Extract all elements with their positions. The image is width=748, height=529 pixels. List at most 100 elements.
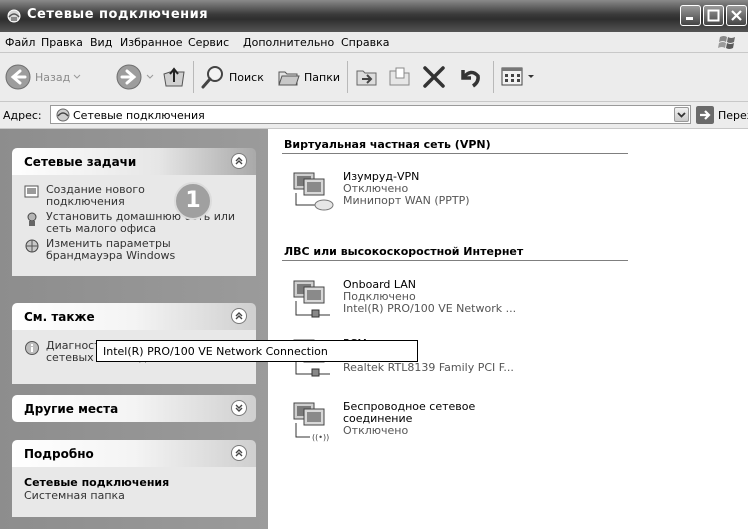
folders-icon (278, 71, 300, 86)
go-arrow-icon[interactable] (696, 106, 714, 124)
undo-button[interactable] (457, 61, 483, 93)
title-bar[interactable]: Сетевые подключения (0, 0, 748, 32)
connection-device: Минипорт WAN (PPTP) (343, 194, 470, 207)
double-chevron-down-icon (235, 404, 243, 412)
firewall-icon (25, 239, 39, 253)
wireless-connection-icon: ((•)) (293, 402, 329, 442)
menu-favorites[interactable]: Избранное (120, 36, 182, 49)
back-button[interactable]: Назад (4, 61, 84, 93)
connection-status: Отключено (343, 424, 409, 437)
views-button[interactable] (500, 61, 536, 93)
double-chevron-up-icon (235, 449, 243, 457)
address-bar: Адрес: Сетевые подключения Переход (0, 102, 748, 129)
copy-to-button[interactable] (387, 61, 413, 93)
details-type: Системная папка (24, 489, 125, 502)
other-places-panel: Другие места (12, 395, 256, 422)
minimize-button[interactable] (680, 5, 701, 26)
menu-advanced[interactable]: Дополнительно (243, 36, 334, 49)
see-also-title: См. также (24, 310, 95, 324)
back-label: Назад (35, 70, 71, 84)
details-header[interactable]: Подробно (12, 440, 256, 467)
lan-connection-icon (293, 280, 330, 318)
group-title-lan: ЛВС или высокоскоростной Интернет (284, 245, 524, 258)
move-to-folder-icon (356, 70, 377, 86)
connection-item[interactable]: Onboard LAN Подключено Intel(R) PRO/100 … (286, 275, 626, 325)
address-value: Сетевые подключения (73, 109, 205, 122)
undo-icon (461, 70, 480, 88)
address-label: Адрес: (3, 109, 42, 122)
new-connection-icon (24, 185, 39, 198)
delete-button[interactable] (421, 61, 447, 93)
delete-x-icon (423, 66, 445, 88)
step-number-badge: 1 (174, 182, 212, 220)
chevron-down-icon (73, 74, 81, 79)
menu-edit[interactable]: Правка (41, 36, 83, 49)
go-label[interactable]: Переход (718, 109, 748, 122)
task-pane: Сетевые задачи Создание нового подключен… (0, 129, 268, 529)
network-tasks-panel: Сетевые задачи Создание нового подключен… (12, 148, 256, 276)
folders-button[interactable]: Папки (277, 61, 340, 93)
menu-view[interactable]: Вид (90, 36, 112, 49)
menu-file[interactable]: Файл (5, 36, 35, 49)
device-tooltip: Intel(R) PRO/100 VE Network Connection (96, 340, 418, 362)
connection-item[interactable]: Изумруд-VPN Отключено Минипорт WAN (PPTP… (286, 167, 626, 217)
connection-device: Intel(R) PRO/100 VE Network ... (343, 302, 517, 315)
maximize-icon (707, 9, 720, 22)
collapse-button[interactable] (231, 445, 247, 461)
search-button[interactable]: Поиск (200, 61, 264, 93)
forward-button[interactable] (115, 61, 157, 93)
address-input[interactable]: Сетевые подключения (50, 105, 691, 124)
task-home-network[interactable]: Установить домашнюю сеть или сеть малого… (24, 211, 246, 235)
collapse-button[interactable] (231, 308, 247, 324)
search-icon (201, 66, 223, 89)
network-folder-icon (7, 9, 21, 23)
chevron-down-icon (677, 112, 686, 118)
expand-button[interactable] (231, 400, 247, 416)
network-tasks-header[interactable]: Сетевые задачи (12, 148, 256, 175)
window-title: Сетевые подключения (27, 7, 209, 22)
network-tasks-title: Сетевые задачи (24, 155, 137, 169)
collapse-button[interactable] (231, 153, 247, 169)
menu-tools[interactable]: Сервис (188, 36, 229, 49)
folders-label: Папки (304, 70, 340, 84)
connections-list: Виртуальная частная сеть (VPN) Изумруд-V… (268, 129, 748, 529)
double-chevron-up-icon (235, 312, 243, 320)
see-also-header[interactable]: См. также (12, 303, 256, 330)
other-places-header[interactable]: Другие места (12, 395, 256, 422)
task-label: Установить домашнюю сеть или сеть малого… (46, 210, 236, 235)
move-to-button[interactable] (354, 61, 380, 93)
up-folder-button[interactable] (162, 61, 186, 93)
task-label: Создание нового подключения (46, 183, 145, 208)
other-places-title: Другие места (24, 402, 119, 416)
task-label: Изменить параметры брандмауэра Windows (46, 237, 176, 262)
home-network-icon (27, 212, 37, 226)
back-arrow-icon (5, 64, 31, 90)
connection-name: Беспроводное сетевое соединение (343, 400, 476, 425)
connection-device: Realtek RTL8139 Family PCI F... (343, 361, 514, 374)
views-grid-icon (501, 67, 523, 86)
chevron-down-icon (146, 74, 154, 79)
windows-logo-icon (718, 36, 735, 49)
standard-toolbar: Назад Поиск Папки (0, 53, 748, 102)
close-button[interactable] (726, 5, 747, 26)
maximize-button[interactable] (703, 5, 724, 26)
task-firewall[interactable]: Изменить параметры брандмауэра Windows (24, 238, 246, 262)
explorer-window: Сетевые подключения Файл Правка Вид Избр… (0, 0, 748, 529)
search-label: Поиск (229, 70, 264, 84)
double-chevron-up-icon (235, 157, 243, 165)
forward-arrow-icon (116, 64, 142, 90)
menu-help[interactable]: Справка (341, 36, 389, 49)
address-dropdown-button[interactable] (674, 107, 689, 122)
minimize-icon (686, 17, 693, 20)
copy-to-folder-icon (389, 67, 410, 86)
close-icon (731, 10, 742, 21)
info-icon (25, 341, 39, 355)
task-new-connection[interactable]: Создание нового подключения (24, 184, 246, 208)
connection-item[interactable]: ((•)) Беспроводное сетевое соединение От… (286, 397, 626, 447)
menu-bar: Файл Правка Вид Избранное Сервис Дополни… (0, 32, 748, 53)
svg-text:((•)): ((•)) (312, 433, 329, 442)
details-panel: Подробно Сетевые подключения Системная п… (12, 440, 256, 517)
details-title: Подробно (24, 447, 94, 461)
vpn-connection-icon (293, 172, 334, 211)
group-title-vpn: Виртуальная частная сеть (VPN) (284, 138, 491, 151)
